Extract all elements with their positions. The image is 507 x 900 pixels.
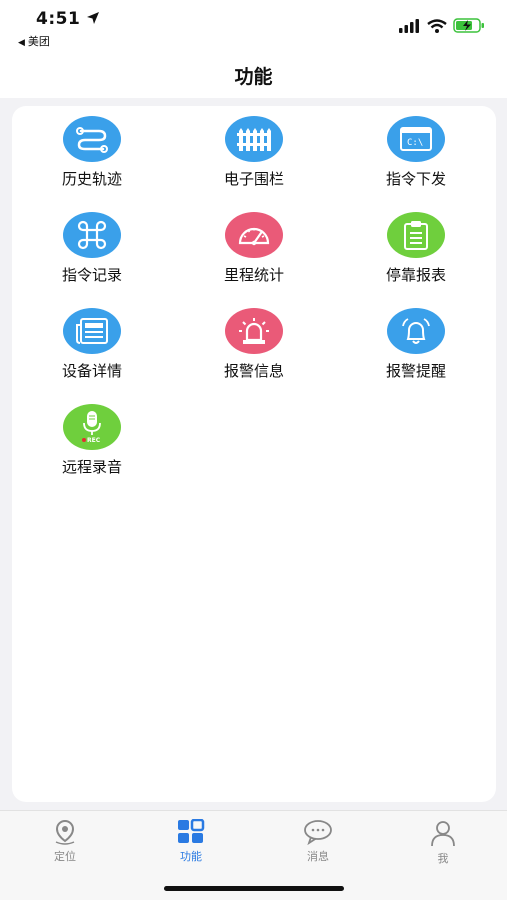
battery-icon	[453, 18, 484, 33]
bell-icon	[387, 308, 445, 354]
tab-label: 我	[437, 852, 449, 865]
back-triangle-icon: ◀	[18, 38, 25, 48]
back-to-app-link[interactable]: ◀ 美团	[18, 33, 50, 49]
signal-icon	[399, 18, 419, 33]
alarm-light-icon	[225, 308, 283, 354]
fence-icon	[225, 116, 283, 162]
route-icon	[63, 116, 121, 162]
function-device-details[interactable]: 设备详情	[22, 308, 162, 392]
status-time: 4:51	[36, 9, 81, 29]
function-alarm-reminder[interactable]: 报警提醒	[346, 308, 486, 392]
tab-location[interactable]: 定位	[20, 819, 110, 869]
function-label: 电子围栏	[223, 170, 284, 188]
function-label: 报警信息	[223, 362, 284, 380]
rec-badge: REC	[87, 437, 101, 444]
speedometer-icon	[225, 212, 283, 258]
function-label: 远程录音	[61, 458, 122, 476]
grid-apps-icon	[178, 819, 205, 843]
status-bar: 4:51 ◀ 美团	[0, 0, 507, 52]
newspaper-icon	[63, 308, 121, 354]
function-command-log[interactable]: 指令记录	[22, 212, 162, 296]
command-key-icon	[63, 212, 121, 258]
function-label: 指令记录	[61, 266, 122, 284]
chat-bubble-icon	[304, 820, 332, 845]
function-history-track[interactable]: 历史轨迹	[22, 116, 162, 200]
function-label: 历史轨迹	[61, 170, 122, 188]
page-title: 功能	[234, 66, 273, 88]
nav-bar: 功能	[0, 52, 507, 98]
home-indicator[interactable]	[164, 886, 344, 891]
function-label: 报警提醒	[385, 362, 446, 380]
clipboard-icon	[387, 212, 445, 258]
location-pin-icon	[55, 819, 75, 845]
tab-functions[interactable]: 功能	[146, 819, 236, 869]
tab-label: 消息	[307, 850, 329, 863]
function-parking-report[interactable]: 停靠报表	[346, 212, 486, 296]
microphone-rec-icon: REC	[63, 404, 121, 450]
function-label: 里程统计	[223, 266, 284, 284]
tab-label: 功能	[180, 850, 202, 863]
function-send-command[interactable]: C:\ 指令下发	[346, 116, 486, 200]
tab-me[interactable]: 我	[398, 819, 488, 869]
status-indicators	[399, 18, 485, 33]
function-remote-recording[interactable]: REC 远程录音	[22, 404, 162, 488]
back-app-label: 美团	[27, 35, 50, 48]
function-label: 设备详情	[61, 362, 122, 380]
function-e-fence[interactable]: 电子围栏	[184, 116, 324, 200]
person-icon	[431, 821, 455, 847]
function-label: 停靠报表	[385, 266, 446, 284]
wifi-icon	[427, 18, 447, 33]
command-window-icon: C:\	[387, 116, 445, 162]
tab-messages[interactable]: 消息	[273, 819, 363, 869]
tab-label: 定位	[54, 850, 76, 863]
function-label: 指令下发	[385, 170, 446, 188]
location-arrow-icon	[87, 12, 99, 24]
function-card: 历史轨迹 电子围栏 C:\ 指令下发 指令记录 里程统计 停靠报表 设备详情 报…	[12, 106, 496, 802]
function-mileage-stats[interactable]: 里程统计	[184, 212, 324, 296]
function-alarm-info[interactable]: 报警信息	[184, 308, 324, 392]
svg-text:C:\: C:\	[407, 138, 423, 148]
